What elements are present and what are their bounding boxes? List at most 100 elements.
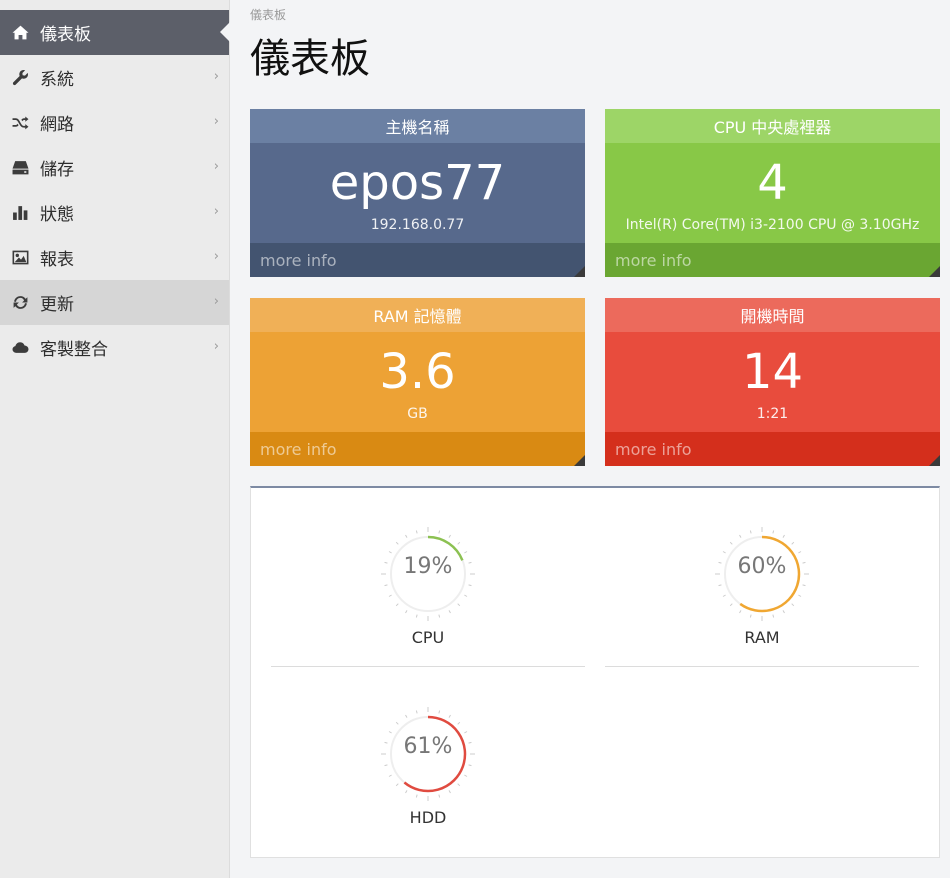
gauge-tick — [388, 551, 392, 554]
box-subtext: Intel(R) Core(TM) i3-2100 CPU @ 3.10GHz — [625, 217, 920, 233]
box-title: 主機名稱 — [250, 109, 585, 143]
gauge-tick — [722, 551, 726, 554]
cpu-gauge: 19% CPU — [378, 526, 478, 647]
sidebar-item-dashboard[interactable]: 儀表板 — [0, 10, 230, 55]
gauge-tick — [749, 614, 752, 618]
box-value: 3.6 — [379, 344, 456, 400]
gauge-tick — [791, 541, 795, 545]
sidebar-item-label: 報表 — [40, 250, 74, 270]
gauge-tick — [388, 731, 392, 734]
shuffle-icon — [0, 114, 40, 131]
gauge-tick — [739, 534, 742, 538]
gauge-tick — [791, 603, 795, 607]
more-info-link[interactable]: more info — [250, 432, 585, 466]
breadcrumb[interactable]: 儀表板 — [250, 6, 286, 23]
cloud-icon — [0, 339, 40, 356]
gauge-label: CPU — [411, 628, 445, 647]
gauge-tick — [798, 594, 802, 597]
sidebar: 儀表板 系統 › 網路 › 儲存 › 狀態 › 報表 › 更新 › 客製整合 › — [0, 0, 230, 878]
box-corner — [574, 266, 585, 277]
box-corner — [574, 455, 585, 466]
more-info-link[interactable]: more info — [605, 432, 940, 466]
gauge-tick — [438, 794, 441, 798]
page-title: 儀表板 — [250, 36, 370, 82]
gauge-tick — [464, 594, 468, 597]
gauge-tick — [438, 530, 441, 534]
gauge-tick — [415, 614, 418, 618]
sidebar-item-label: 更新 — [40, 295, 74, 315]
gauge-tick — [802, 584, 806, 587]
sidebar-item-label: 網路 — [40, 115, 74, 135]
usage-gauges-panel: 19% CPU 60% RAM 61% HDD — [250, 486, 940, 858]
gauge-tick — [395, 603, 399, 607]
gauge-percent: 19% — [403, 554, 453, 579]
divider — [271, 666, 585, 667]
gauge-tick — [384, 764, 388, 767]
gauge-tick — [395, 721, 399, 725]
hdd-gauge: 61% HDD — [378, 706, 478, 827]
sidebar-item-status[interactable]: 狀態 › — [0, 190, 229, 235]
gauge-tick — [405, 610, 408, 614]
sidebar-item-label: 客製整合 — [40, 340, 108, 360]
chevron-right-icon: › — [213, 69, 219, 84]
gauge-tick — [405, 534, 408, 538]
gauge-tick — [772, 530, 775, 534]
ram-box: RAM 記憶體 3.6 GB more info — [250, 298, 585, 466]
sidebar-item-reports[interactable]: 報表 › — [0, 235, 229, 280]
gauge-tick — [448, 714, 451, 718]
gauge-tick — [468, 584, 472, 587]
chevron-right-icon: › — [213, 339, 219, 354]
box-value: epos77 — [329, 155, 506, 211]
gauge-tick — [448, 610, 451, 614]
gauge-tick — [729, 541, 733, 545]
chevron-right-icon: › — [213, 294, 219, 309]
wrench-icon — [0, 69, 40, 86]
gauge-tick — [388, 594, 392, 597]
gauge-tick — [468, 764, 472, 767]
box-title: RAM 記憶體 — [250, 298, 585, 332]
sidebar-item-update[interactable]: 更新 › — [0, 280, 229, 325]
gauge-tick — [438, 614, 441, 618]
box-subtext: GB — [407, 406, 428, 422]
sidebar-item-label: 狀態 — [40, 205, 74, 225]
gauge-label: HDD — [409, 808, 447, 827]
gauge-tick — [464, 731, 468, 734]
gauge-tick — [749, 530, 752, 534]
box-corner — [929, 266, 940, 277]
box-subtext: 1:21 — [756, 406, 789, 422]
gauge-tick — [772, 614, 775, 618]
box-corner — [929, 455, 940, 466]
box-subtext: 192.168.0.77 — [370, 217, 465, 233]
gauge-tick — [798, 551, 802, 554]
gauge-tick — [739, 610, 742, 614]
main-content: 儀表板 儀表板 主機名稱 epos77 192.168.0.77 more in… — [230, 0, 950, 878]
gauge-tick — [395, 541, 399, 545]
chevron-right-icon: › — [213, 249, 219, 264]
gauge-tick — [457, 541, 461, 545]
gauge-tick — [438, 710, 441, 714]
box-title: 開機時間 — [605, 298, 940, 332]
picture-icon — [0, 249, 40, 266]
more-info-link[interactable]: more info — [605, 243, 940, 277]
gauge-tick — [448, 790, 451, 794]
box-title: CPU 中央處裡器 — [605, 109, 940, 143]
sidebar-item-custom-integration[interactable]: 客製整合 › — [0, 325, 229, 370]
chevron-right-icon: › — [213, 114, 219, 129]
sidebar-item-label: 系統 — [40, 70, 74, 90]
more-info-link[interactable]: more info — [250, 243, 585, 277]
sidebar-item-system[interactable]: 系統 › — [0, 55, 229, 100]
gauge-tick — [782, 534, 785, 538]
ram-gauge: 60% RAM — [712, 526, 812, 647]
cpu-box: CPU 中央處裡器 4 Intel(R) Core(TM) i3-2100 CP… — [605, 109, 940, 277]
sidebar-item-network[interactable]: 網路 › — [0, 100, 229, 145]
sidebar-item-label: 儀表板 — [40, 25, 91, 45]
uptime-box: 開機時間 14 1:21 more info — [605, 298, 940, 466]
chevron-right-icon: › — [213, 204, 219, 219]
gauge-tick — [395, 783, 399, 787]
gauge-tick — [415, 794, 418, 798]
gauge-tick — [457, 783, 461, 787]
divider — [605, 666, 919, 667]
gauge-tick — [464, 551, 468, 554]
gauge-tick — [415, 530, 418, 534]
sidebar-item-storage[interactable]: 儲存 › — [0, 145, 229, 190]
